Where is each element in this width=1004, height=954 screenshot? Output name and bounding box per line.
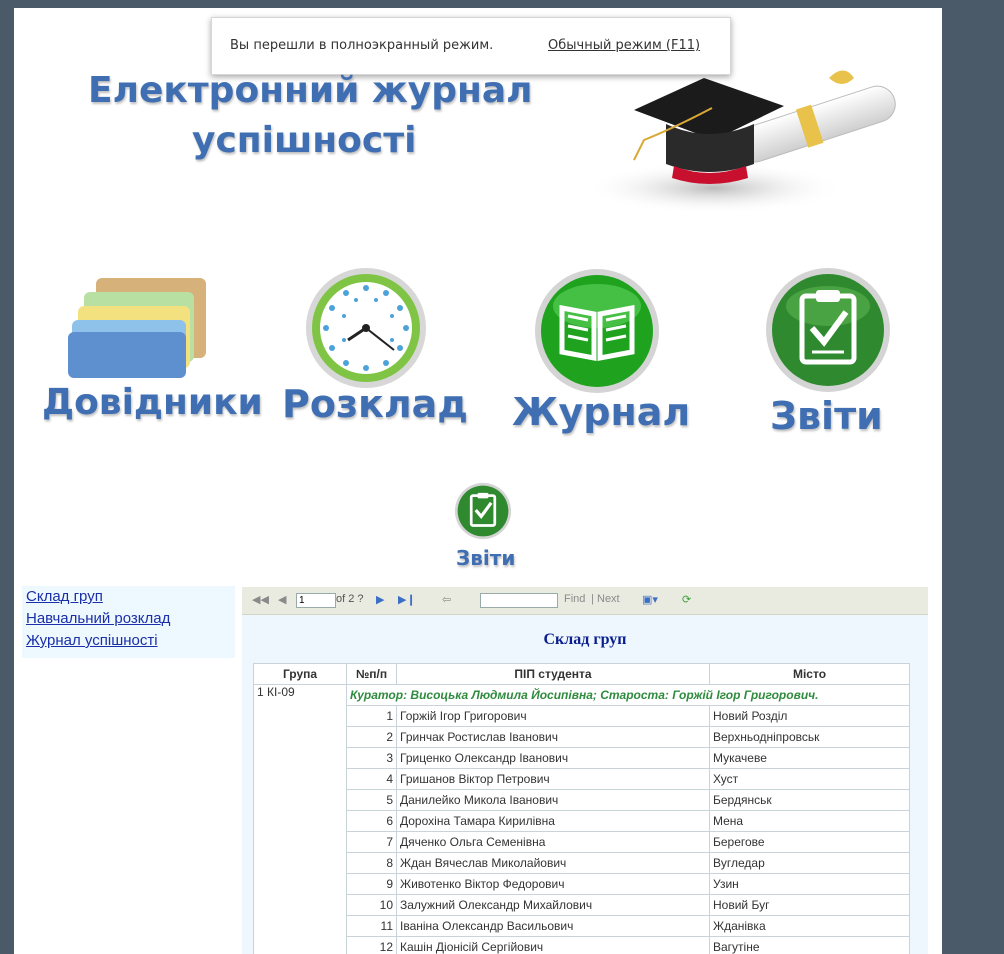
page-number-input[interactable] (296, 593, 336, 608)
row-name: Залужний Олександр Михайлович (396, 894, 710, 916)
row-city: Хуст (709, 768, 910, 790)
row-name: Ждан Вячеслав Миколайович (396, 852, 710, 874)
col-header-name: ПІП студента (396, 663, 710, 685)
table-row: 5 Данилейко Микола Іванович Бердянськ (254, 789, 910, 811)
nav-tile-zhurnal[interactable]: Журнал (502, 266, 702, 438)
row-city: Новий Буг (709, 894, 910, 916)
table-row: 9 Животенко Віктор Федорович Узин (254, 873, 910, 895)
find-link[interactable]: Find (564, 593, 585, 605)
nav-tile-zvity[interactable]: Звіти (750, 266, 900, 442)
sidebar: Склад груп Навчальний розклад Журнал усп… (22, 586, 235, 658)
graduation-cap-icon (584, 70, 896, 214)
row-num: 12 (346, 936, 397, 954)
folders-icon (68, 278, 206, 378)
row-city: Жданівка (709, 915, 910, 937)
table-header-row: Група №п/п ПІП студента Місто (253, 663, 910, 685)
table-row: 11 Іваніна Олександр Васильович Жданівка (254, 915, 910, 937)
row-name: Данилейко Микола Іванович (396, 789, 710, 811)
students-table: Група №п/п ПІП студента Місто 1 КІ-09 Ку… (253, 663, 910, 954)
row-num: 8 (346, 852, 397, 874)
table-row: 8 Ждан Вячеслав Миколайович Вугледар (254, 852, 910, 874)
back-icon[interactable]: ⇦ (442, 593, 451, 606)
row-name: Дорохіна Тамара Кирилівна (396, 810, 710, 832)
col-header-num: №п/п (346, 663, 397, 685)
row-name: Животенко Віктор Федорович (396, 873, 710, 895)
row-city: Верхньодніпровськ (709, 726, 910, 748)
refresh-icon[interactable]: ⟳ (682, 593, 691, 606)
row-city: Узин (709, 873, 910, 895)
sidebar-link-journal[interactable]: Журнал успішності (22, 630, 235, 652)
row-city: Мукачеве (709, 747, 910, 769)
report-viewer: ◀◀ ◀ of 2 ? ▶ ▶❙ ⇦ Find | Next ▣▾ ⟳ Скла… (242, 587, 928, 954)
toolbar-separator: | (591, 593, 594, 605)
row-city: Вугледар (709, 852, 910, 874)
row-city: Берегове (709, 831, 910, 853)
row-num: 10 (346, 894, 397, 916)
small-nav-zvity[interactable]: Звіти (446, 482, 526, 574)
table-row: 7 Дяченко Ольга Семенівна Берегове (254, 831, 910, 853)
table-row: 2 Гринчак Ростислав Іванович Верхньодніпро… (254, 726, 910, 748)
small-nav-label-zvity: Звіти (456, 546, 516, 570)
book-icon (535, 269, 659, 393)
report-title: Склад груп (543, 631, 627, 648)
curator-row: 1 КІ-09 Куратор: Висоцька Людмила Йосипі… (253, 684, 910, 954)
last-page-icon[interactable]: ▶❙ (398, 593, 416, 606)
table-row: 6 Дорохіна Тамара Кирилівна Мена (254, 810, 910, 832)
nav-label-zvity: Звіти (770, 394, 883, 438)
row-name: Гринчак Ростислав Іванович (396, 726, 710, 748)
page-count: of 2 ? (336, 593, 364, 605)
row-num: 11 (346, 915, 397, 937)
col-header-group: Група (253, 663, 347, 685)
export-icon[interactable]: ▣▾ (642, 593, 658, 606)
row-name: Дяченко Ольга Семенівна (396, 831, 710, 853)
report-body: Склад груп Група №п/п ПІП студента Місто… (242, 615, 928, 954)
curator-line: Куратор: Висоцька Людмила Йосипівна; Ста… (346, 684, 910, 706)
next-link[interactable]: Next (597, 593, 620, 605)
row-num: 1 (346, 705, 397, 727)
table-row: 3 Гриценко Олександр Іванович Мукачеве (254, 747, 910, 769)
app-page: Вы перешли в полноэкранный режим. Обычны… (14, 8, 942, 954)
first-page-icon[interactable]: ◀◀ (252, 593, 269, 606)
row-num: 7 (346, 831, 397, 853)
row-city: Новий Розділ (709, 705, 910, 727)
row-num: 9 (346, 873, 397, 895)
sidebar-link-schedule[interactable]: Навчальний розклад (22, 608, 235, 630)
row-name: Гриценко Олександр Іванович (396, 747, 710, 769)
sidebar-link-groups[interactable]: Склад груп (22, 586, 235, 608)
row-num: 6 (346, 810, 397, 832)
page-title-line2: успішності (192, 120, 417, 161)
table-body: 1 КІ-09 Куратор: Висоцька Людмила Йосипі… (253, 684, 910, 954)
table-row: 12 Кашін Діонісій Сергійович Вагутіне (254, 936, 910, 954)
clock-icon (306, 268, 426, 388)
row-name: Кашін Діонісій Сергійович (396, 936, 710, 954)
row-num: 3 (346, 747, 397, 769)
nav-label-rozklad: Розклад (282, 382, 468, 426)
row-city: Бердянськ (709, 789, 910, 811)
page-title-line1: Електронний журнал (88, 70, 533, 111)
row-num: 5 (346, 789, 397, 811)
nav-label-dovidnyky: Довідники (42, 382, 263, 423)
table-row: 4 Гришанов Віктор Петрович Хуст (254, 768, 910, 790)
find-input[interactable] (480, 593, 558, 608)
table-row: 1 Горжій Ігор Григорович Новий Розділ (254, 705, 910, 727)
clipboard-check-icon (454, 482, 512, 540)
fullscreen-message: Вы перешли в полноэкранный режим. (230, 38, 494, 53)
nav-tile-dovidnyky[interactable]: Довідники (42, 270, 263, 430)
group-cell: 1 КІ-09 (253, 684, 347, 954)
col-header-city: Місто (709, 663, 910, 685)
row-name: Гришанов Віктор Петрович (396, 768, 710, 790)
next-page-icon[interactable]: ▶ (376, 593, 384, 606)
row-city: Мена (709, 810, 910, 832)
row-num: 4 (346, 768, 397, 790)
row-name: Іваніна Олександр Васильович (396, 915, 710, 937)
table-row: 10 Залужний Олександр Михайлович Новий Буг (254, 894, 910, 916)
row-city: Вагутіне (709, 936, 910, 954)
report-toolbar: ◀◀ ◀ of 2 ? ▶ ▶❙ ⇦ Find | Next ▣▾ ⟳ (242, 587, 928, 615)
nav-label-zhurnal: Журнал (512, 390, 691, 434)
prev-page-icon[interactable]: ◀ (278, 593, 286, 606)
row-name: Горжій Ігор Григорович (396, 705, 710, 727)
clipboard-check-icon (766, 268, 890, 392)
nav-tile-rozklad[interactable]: Розклад (274, 266, 468, 436)
row-num: 2 (346, 726, 397, 748)
